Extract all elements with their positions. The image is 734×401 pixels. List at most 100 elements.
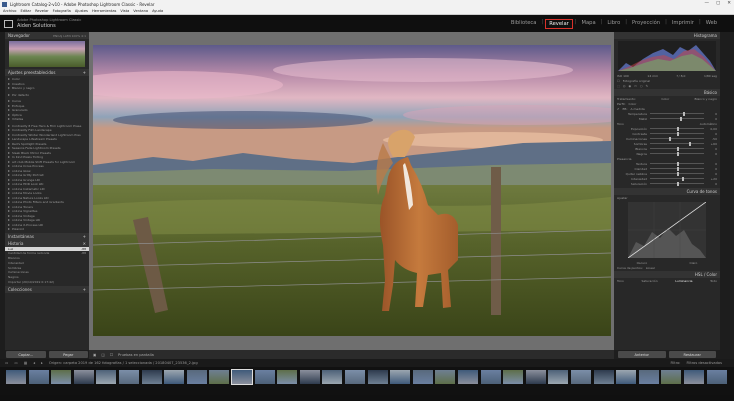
slider-value[interactable]: 0 — [707, 112, 717, 116]
slider-value[interactable]: 0 — [707, 132, 717, 136]
slider-knob[interactable] — [677, 126, 679, 131]
slider-value[interactable]: 0 — [707, 167, 717, 171]
module-revelar[interactable]: Revelar — [545, 19, 573, 29]
disclosure-triangle-icon[interactable] — [8, 100, 10, 103]
disclosure-triangle-icon[interactable] — [8, 118, 10, 121]
disclosure-triangle-icon[interactable] — [8, 156, 10, 159]
add-collection-icon[interactable]: + — [83, 287, 86, 292]
auto-tone-button[interactable]: Automático — [700, 122, 717, 126]
add-snapshot-icon[interactable]: + — [83, 234, 86, 239]
filmstrip-thumbnail[interactable] — [73, 370, 94, 384]
disclosure-triangle-icon[interactable] — [8, 178, 10, 181]
filmstrip-thumbnail[interactable] — [367, 370, 388, 384]
filmstrip-thumbnail[interactable] — [345, 370, 365, 384]
checkbox-icon[interactable]: ☐ — [617, 79, 620, 83]
menu-item-revelar[interactable]: Revelar — [35, 9, 49, 13]
filmstrip-thumbnail[interactable] — [480, 370, 501, 384]
eyedropper-icon[interactable]: ✐ — [617, 107, 620, 111]
slider-knob[interactable] — [677, 146, 679, 151]
hsl-header[interactable]: HSL / Color — [614, 271, 720, 278]
point-curve-select[interactable]: Lineal — [646, 266, 655, 270]
filmstrip-thumbnail[interactable] — [299, 370, 320, 384]
disclosure-triangle-icon[interactable] — [8, 165, 10, 168]
menu-item-archivo[interactable]: Archivo — [3, 9, 16, 13]
disclosure-triangle-icon[interactable] — [8, 210, 10, 213]
slider-track[interactable] — [650, 126, 704, 131]
copy-settings-button[interactable]: Copiar... — [6, 351, 46, 358]
disclosure-triangle-icon[interactable] — [8, 133, 10, 136]
navigator-zoom-options[interactable]: ENCAJ LLEN 100% 4:1 — [53, 34, 86, 38]
filmstrip-thumbnail[interactable] — [616, 370, 637, 384]
filmstrip-thumbnail[interactable] — [525, 370, 546, 384]
presets-header[interactable]: Ajustes preestablecidos + — [5, 69, 89, 76]
filmstrip-scrollbar[interactable] — [0, 395, 734, 401]
slider-knob[interactable] — [677, 151, 679, 156]
slider-track[interactable] — [650, 151, 704, 156]
disclosure-triangle-icon[interactable] — [8, 82, 10, 85]
slider-value[interactable]: 0 — [707, 162, 717, 166]
disclosure-triangle-icon[interactable] — [8, 219, 10, 222]
disclosure-triangle-icon[interactable] — [8, 196, 10, 199]
disclosure-triangle-icon[interactable] — [8, 142, 10, 145]
slider-track[interactable] — [650, 131, 704, 136]
slider-track[interactable] — [650, 166, 704, 171]
menu-item-ventana[interactable]: Ventana — [133, 9, 148, 13]
hsl-tab-all[interactable]: Todo — [710, 279, 717, 283]
filmstrip-thumbnail[interactable] — [684, 370, 704, 384]
filmstrip-thumbnail[interactable] — [6, 370, 26, 384]
disclosure-triangle-icon[interactable] — [8, 138, 10, 141]
treatment-color[interactable]: Color — [661, 97, 669, 101]
monitor-2-icon[interactable]: ▭ — [14, 361, 17, 365]
filmstrip-thumbnail[interactable] — [164, 370, 185, 384]
disclosure-triangle-icon[interactable] — [8, 113, 10, 116]
basic-header[interactable]: Básico — [614, 89, 720, 96]
develop-photo[interactable] — [93, 45, 611, 336]
wb-select[interactable]: A medida — [630, 107, 644, 111]
slider-value[interactable]: 0 — [707, 172, 717, 176]
filmstrip-thumbnail[interactable] — [119, 370, 139, 384]
slider-knob[interactable] — [677, 131, 679, 136]
graduated-filter-icon[interactable]: ▭ — [634, 84, 637, 88]
minimize-icon[interactable]: — — [704, 1, 709, 6]
histogram-header[interactable]: Histograma — [614, 32, 720, 39]
slider-value[interactable]: 0 — [707, 152, 717, 156]
hsl-tab-luminance[interactable]: Luminancia — [675, 279, 692, 283]
module-libro[interactable]: Libro — [604, 19, 623, 29]
previous-button[interactable]: Anterior — [618, 351, 666, 358]
filmstrip-thumbnail[interactable] — [231, 369, 253, 385]
disclosure-triangle-icon[interactable] — [8, 205, 10, 208]
disclosure-triangle-icon[interactable] — [8, 192, 10, 195]
softproof-checkbox[interactable]: ☐ — [110, 353, 113, 357]
module-biblioteca[interactable]: Biblioteca — [508, 19, 540, 29]
slider-track[interactable] — [650, 181, 704, 186]
filmstrip-thumbnail[interactable] — [390, 370, 411, 384]
slider-knob[interactable] — [683, 111, 686, 116]
loupe-view-icon[interactable]: ▣ — [93, 353, 96, 357]
module-imprimir[interactable]: Imprimir — [669, 19, 697, 29]
hsl-tab-hue[interactable]: Tono — [617, 279, 624, 283]
filmstrip-thumbnail[interactable] — [96, 370, 117, 384]
disclosure-triangle-icon[interactable] — [8, 187, 10, 190]
filmstrip-thumbnail[interactable] — [28, 370, 49, 384]
slider-value[interactable]: 0 — [707, 182, 717, 186]
filmstrip-thumbnail[interactable] — [593, 370, 614, 384]
disclosure-triangle-icon[interactable] — [8, 151, 10, 154]
profile-select[interactable]: Color — [629, 102, 637, 106]
filmstrip-thumbnail[interactable] — [186, 370, 207, 384]
tone-curve-graph[interactable] — [627, 201, 707, 259]
slider-knob[interactable] — [679, 116, 682, 121]
menu-item-ayuda[interactable]: Ayuda — [152, 9, 163, 13]
right-panel-edge[interactable] — [720, 32, 734, 359]
module-mapa[interactable]: Mapa — [579, 19, 599, 29]
preset-folder[interactable]: Polaroid — [8, 227, 86, 232]
histogram[interactable] — [618, 41, 716, 71]
menu-item-fotografia[interactable]: Fotografía — [53, 9, 71, 13]
slider-knob[interactable] — [677, 171, 679, 176]
add-preset-icon[interactable]: + — [83, 70, 86, 75]
filmstrip-thumbnail[interactable] — [661, 370, 682, 384]
slider-value[interactable]: +60 — [707, 142, 717, 146]
slider-knob[interactable] — [677, 181, 679, 186]
radial-filter-icon[interactable]: ○ — [640, 84, 643, 88]
menu-item-vista[interactable]: Vista — [120, 9, 129, 13]
filmstrip-thumbnail[interactable] — [638, 370, 659, 384]
